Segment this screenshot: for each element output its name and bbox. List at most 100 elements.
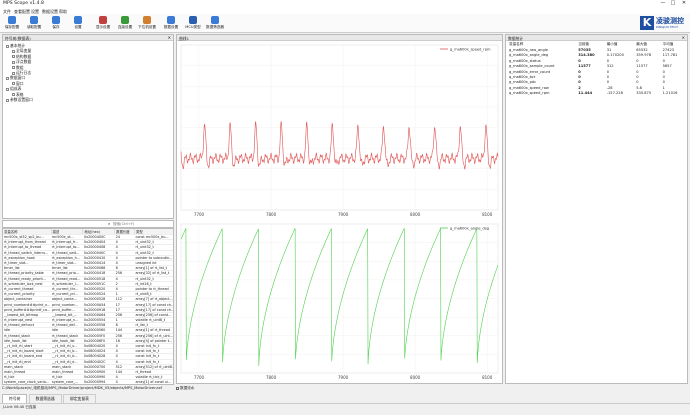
x-tick-label: 8100 [482,212,493,217]
table-row[interactable]: print_buffer###printf_co... print_buffer.… [3,307,174,313]
x-tick-label: 7800 [266,212,277,217]
table-cell: array[17] of const ch... [134,307,174,313]
table-cell: rt_interrupt_n... [51,317,83,324]
title-bar: MPS Scope v1.4.8 — □ ✕ [0,0,690,8]
x-tick-label: 8100 [482,375,493,380]
checkbox-icon [176,386,179,390]
gear-icon [74,16,82,24]
mcu-icon [189,16,197,24]
table-row[interactable]: rt_exception_hook rt_exception_h... 0x2000… [3,255,173,261]
x-tick-label: 7700 [194,212,205,217]
search-input[interactable] [113,221,163,227]
table-row[interactable]: rt_current_priority rt_current_pri... 0x20… [3,291,173,298]
expand-icon [6,76,9,80]
stats-panel: 数据统计 ✕ 变量名称 当前值 最小值 最大值 平均值 g_ma600x_raw_angl… [505,34,688,384]
table-row[interactable]: __rt_init_rti_end __rt_init_rti_e... 0x080… [3,359,173,365]
table-cell: rt_current_thr... [51,286,83,293]
table-cell: array[32] of rt_list_t [134,270,173,277]
data-settings-button[interactable]: 数据设置 [160,15,182,32]
table-row[interactable]: object_container object_conta... 0x2000052… [3,296,173,303]
table-cell: rt_interrupt_from_thread [3,239,51,246]
table-cell: pointer to rt_thread [134,286,173,293]
x-tick-label: 7800 [266,375,277,380]
table-cell: rt_thread_ready_priorit... [3,276,51,282]
table-cell: array[512] of rt_uint8... [134,364,174,370]
data-filter-button[interactable]: 数据筛选器 [204,15,226,32]
close-icon[interactable]: ✕ [682,35,685,40]
table-row[interactable]: rt_thread_switch_interru... rt_thread_swi… [3,250,173,256]
symbol-tree-panel: 符号树(数据表) ✕ 基本统计 全局变量 结构数据 浮点数据 数组 运行日志 数据窗口 窗口 组成… [2,34,174,219]
table-cell: rt_thread_prio... [51,270,83,277]
table-cell: array[7] of rt_object... [134,296,173,303]
folder-icon [12,93,15,97]
display-settings-button[interactable]: 显示设置 [92,15,114,32]
logo-mark: K [640,16,654,30]
table-cell: array[4] of pointer t... [134,338,173,344]
table-row[interactable]: rt_interrupt_to_thread rt_interrupt_to...… [3,244,173,251]
chart-panel-title: 曲线1 [177,35,502,41]
table-row[interactable]: mc500x_st32_sp2_bu... mc500x_st... 0x20004… [3,234,173,241]
minimize-button[interactable]: — [658,0,668,6]
table-row[interactable]: rt_interrupt_nest rt_interrupt_n... 0x2000… [3,317,173,324]
x-tick-label: 7700 [194,375,205,380]
table-row[interactable]: __rt_init_rti_board_start __rt_init_rti_b… [3,348,173,355]
table-row[interactable]: __lowest_bit_bitmap __lowest_bit_... 0x200… [3,312,173,319]
folder-icon [30,16,38,24]
legend-label: g_ma600x_angle_deg [450,227,489,231]
folder-icon [12,49,15,53]
legend-label: g_ma600x_speed_rpm [450,48,491,52]
close-icon[interactable]: ✕ [168,35,171,40]
settings-button[interactable]: 设置 [67,15,89,32]
stats-panel-title: 数据统计 ✕ [506,35,687,41]
target-settings-button[interactable]: 下位机设置 [136,15,158,32]
save-config-button[interactable]: 保存配置 [1,15,23,32]
table-row[interactable]: rt_thread_ready_priorit... rt_thread_read… [3,276,173,282]
panel-title: 符号树(数据表) ✕ [3,35,173,41]
table-cell: rt_thread_switch_interru... [3,250,51,256]
table-cell: rt_thread_swit... [51,250,83,256]
table-row[interactable]: rt_thread_priority_table rt_thread_prio..… [3,270,173,277]
table-row[interactable]: rt_thread_stack rt_thread_stack 0x200005F0… [3,333,174,339]
mcu-type-button[interactable]: MCU类型 [182,15,204,32]
connect-icon [121,16,129,24]
folder-icon [12,71,15,75]
x-tick-label: 7900 [338,375,349,380]
connect-settings-button[interactable]: 连接设置 [114,15,136,32]
folder-icon [12,66,15,70]
table-row[interactable]: rt_interrupt_from_thread rt_interrupt_fr.… [3,239,173,246]
expand-icon [6,44,9,48]
status-bar: J-Link V6.40 已连接 [0,403,690,411]
save-button[interactable]: 保存 [45,15,67,32]
display-icon [99,16,107,24]
table-row[interactable]: __rt_init_rti_start __rt_init_rti_s... 0x0… [3,343,173,350]
table-cell: rt_thread_stack [51,333,83,339]
table-cell: array[1] of rt_thread [134,327,173,334]
table-cell: array[256] of rt_uint... [134,333,174,339]
toolbar: 保存配置 读取配置 保存 设置 显示设置 连接设置 下位机设置 数据设置 MCU… [0,14,690,33]
table-row[interactable]: rt_current_thread rt_current_thr... 0x2000… [3,286,173,293]
stats-table: 变量名称 当前值 最小值 最大值 平均值 g_ma600x_raw_angle 57035… [507,42,687,96]
chart-panel: 曲线1 7700 7800 7900 8000 8100 g_ma600x_speed_r… [176,34,503,384]
load-config-button[interactable]: 读取配置 [23,15,45,32]
table-cell: rt_interrupt_to... [51,244,83,251]
table-cell: 11.444 [578,91,593,96]
close-button[interactable]: ✕ [679,0,689,6]
window-title: MPS Scope v1.4.8 [3,1,44,6]
logo: K 凌骏测控 KINGJUN TECH [640,15,688,31]
speed-chart[interactable]: 7700 7800 7900 8000 8100 g_ma600x_speed_rpm [177,42,502,220]
table-row[interactable]: rt_scheduler_lock_nest rt_scheduler_l... 0… [3,281,173,287]
table-cell: array[256] of const... [134,312,173,319]
angle-chart[interactable]: 7700 7800 7900 8000 8100 g_ma600x_angle_deg [177,221,502,383]
table-cell: print_number###print_n... [3,301,51,308]
tree-item[interactable]: 参数设置窗口 [6,97,33,103]
table-cell: -157.228 [606,91,623,96]
table-row[interactable]: print_number###print_n... print_number...… [3,301,173,308]
maximize-button[interactable]: □ [668,0,678,6]
expand-icon [6,87,9,91]
table-row[interactable]: __rt_init_rti_board_end __rt_init_rti_b..… [3,353,173,360]
folder-icon [12,60,15,64]
table-row[interactable]: g_ma600x_speed_rpm 11.444 -157.228 335.875 1… [507,91,687,96]
data-flow-checkbox[interactable]: 数据流水 [176,386,194,391]
status-area: C:/WorkSpace/e/_电机驱动/MPS_MotorDriver/pro… [0,385,690,415]
x-tick-label: 8000 [410,375,421,380]
